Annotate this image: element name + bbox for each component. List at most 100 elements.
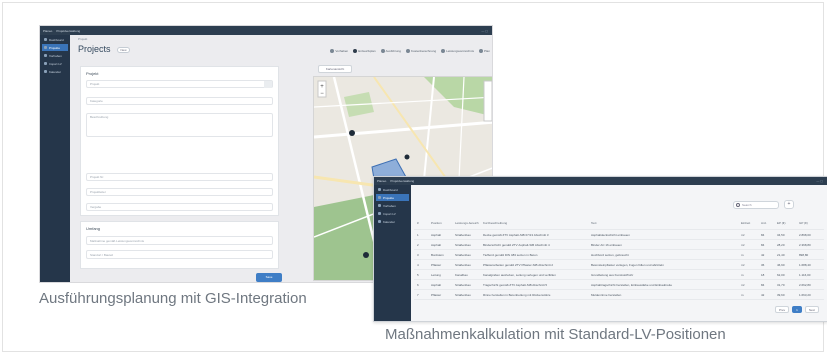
table-cell: Bordstein xyxy=(431,252,444,257)
sidebar-item-label: Import LV xyxy=(383,211,396,216)
column-header[interactable]: Position xyxy=(428,221,452,225)
page-button[interactable]: 1 xyxy=(792,306,802,313)
breadcrumb[interactable]: Projekt xyxy=(78,37,87,41)
table-row[interactable]: 4 Pflaster Straßenbau Pflasterarbeiten gemä… xyxy=(414,260,824,270)
table-row[interactable]: 2 Asphalt Straßenbau Binderschicht gemäß ZT… xyxy=(414,240,824,250)
dashboard-icon xyxy=(44,38,47,41)
table-cell: 39,60 xyxy=(777,292,785,297)
table-cell: Rinne herstellen in Betonbettung mit Rüc… xyxy=(483,292,551,297)
table-cell: Straßenbau xyxy=(455,262,471,267)
table-row[interactable]: 3 Bordstein Straßenbau Tiefbord gemäß DIN 4… xyxy=(414,250,824,260)
sidebar-item-measures[interactable]: Vorhaben xyxy=(376,202,409,209)
map-view-tab[interactable]: Kartenansicht xyxy=(318,65,352,73)
column-header[interactable]: Leistungs-bereich xyxy=(452,221,480,225)
column-header[interactable]: Anz. xyxy=(758,221,774,225)
legend-item[interactable]: Vorhaben xyxy=(330,49,348,53)
window-controls-icon[interactable]: — ▢ xyxy=(816,179,827,183)
table-cell: m² xyxy=(741,262,745,267)
legend-item[interactable]: Plan xyxy=(478,49,490,53)
table-cell: Binder AC 16 einbauen xyxy=(591,242,622,247)
sidebar-item-projects[interactable]: Projekte xyxy=(376,194,409,201)
save-button[interactable]: Save xyxy=(256,273,282,282)
table-cell: Leitung xyxy=(431,272,441,277)
next-page-button[interactable]: Next xyxy=(804,306,819,313)
sidebar-item-import[interactable]: Import LV xyxy=(42,60,68,67)
sidebar-item-dashboard[interactable]: Dashboard xyxy=(376,186,409,193)
field-placeholder: Standort / Bauteil xyxy=(90,253,114,257)
table-row[interactable]: 1 Asphalt Straßenbau Decke gemäß ZTV Asphal… xyxy=(414,230,824,240)
positions-table: # Position Leistungs-bereich Kurzbeschre… xyxy=(414,217,824,300)
measure-field[interactable]: Maßnahme gemäß Leistungsverzeichnis xyxy=(86,236,273,245)
sidebar-item-projects[interactable]: Projekte xyxy=(42,44,68,51)
table-cell: Straßenbau xyxy=(455,292,471,297)
column-header[interactable]: # xyxy=(414,221,428,225)
table-cell: Straßenbau xyxy=(455,242,471,247)
import-icon xyxy=(44,62,47,65)
menu-label[interactable]: Planeo xyxy=(377,179,386,183)
table-cell: 28,20 xyxy=(777,242,785,247)
table-row[interactable]: 7 Pflaster Straßenbau Rinne herstellen in B… xyxy=(414,290,824,300)
status-dot-icon xyxy=(441,49,446,53)
table-cell: m xyxy=(741,292,744,297)
location-field[interactable]: Standort / Bauteil xyxy=(86,250,273,259)
table-body: 1 Asphalt Straßenbau Decke gemäß ZTV Asphal… xyxy=(414,230,824,300)
sidebar-item-measures[interactable]: Vorhaben xyxy=(42,52,68,59)
sidebar-item-label: Vorhaben xyxy=(383,203,396,208)
sidebar-item-calendar[interactable]: Kalender xyxy=(376,218,409,225)
table-cell: Pflaster xyxy=(431,292,442,297)
table-cell: 42 xyxy=(761,252,765,257)
sidebar-item-calendar[interactable]: Kalender xyxy=(42,68,68,75)
table-cell: 7 xyxy=(417,292,419,297)
column-header[interactable]: GP (€) xyxy=(796,221,822,225)
table-cell: Betonsteinpflaster verlegen, Fugen fülle… xyxy=(591,262,664,267)
table-row[interactable]: 6 Asphalt Straßenbau Tragschicht gemäß ZTV … xyxy=(414,280,824,290)
scope-form: Umfang Maßnahme gemäß Leistungsverzeichn… xyxy=(80,221,279,269)
search-input[interactable]: Search xyxy=(733,201,779,209)
new-project-button[interactable]: New xyxy=(117,47,130,53)
field-placeholder: Projektleiter xyxy=(90,190,106,194)
column-header[interactable]: Text xyxy=(588,221,738,225)
table-cell: Asphalt xyxy=(431,282,442,287)
table-cell: Tiefbord gemäß DIN 483 setzen in Beton xyxy=(483,252,538,257)
table-cell: Straßenbau xyxy=(455,232,471,237)
pagination: Prev 1 Next xyxy=(774,306,819,313)
sidebar-item-label: Projekte xyxy=(49,45,61,50)
table-cell: 3 xyxy=(417,252,419,257)
category-field[interactable]: Kategorie xyxy=(86,97,273,105)
project-number-field[interactable]: Projekt Nr. xyxy=(86,173,273,181)
legend-item[interactable]: Entwurfsplan xyxy=(353,49,376,53)
lookup-icon[interactable] xyxy=(264,81,272,88)
table-cell: Kanalgraben ausheben, Leitung verlegen u… xyxy=(483,272,556,277)
table-cell: m² xyxy=(741,232,745,237)
table-cell: 1.663,20 xyxy=(799,292,811,297)
sidebar-item-label: Import LV xyxy=(49,61,62,66)
table-row[interactable]: 5 Leitung Kanalbau Kanalgraben ausheben, Le… xyxy=(414,270,824,280)
legend-item[interactable]: Leistungsverzeichnis xyxy=(441,49,474,53)
project-lead-field[interactable]: Projektleiter xyxy=(86,188,273,196)
sidebar-item-import[interactable]: Import LV xyxy=(376,210,409,217)
prev-page-button[interactable]: Prev xyxy=(774,306,790,313)
column-header[interactable]: EP (€) xyxy=(774,221,796,225)
table-cell: 2.898,00 xyxy=(799,232,811,237)
dashboard-icon xyxy=(378,188,381,191)
app-topbar: Planeo Projektverwaltung — ▢ xyxy=(40,26,492,35)
field-placeholder: Kategorie xyxy=(90,99,103,103)
description-field[interactable]: Beschreibung xyxy=(86,113,273,137)
add-position-button[interactable]: + xyxy=(784,200,794,209)
table-cell: 42 xyxy=(761,292,765,297)
window-controls-icon[interactable]: — ▢ xyxy=(481,29,492,33)
column-header[interactable]: Kurzbeschreibung xyxy=(480,221,588,225)
legend-item[interactable]: Ausführung xyxy=(380,49,401,53)
project-field[interactable]: Projekt xyxy=(86,80,273,88)
status-dot-icon xyxy=(353,49,358,53)
award-field[interactable]: Vergabe xyxy=(86,203,273,211)
table-cell: Binderschicht gemäß ZTV Asphalt-StB Absc… xyxy=(483,242,550,247)
column-header[interactable]: Einheit xyxy=(738,221,758,225)
menu-label[interactable]: Planeo xyxy=(43,29,52,33)
table-cell: Kanalbau xyxy=(455,272,468,277)
svg-text:+: + xyxy=(320,84,324,90)
sidebar-item-dashboard[interactable]: Dashboard xyxy=(42,36,68,43)
legend-label: Kostenberechnung xyxy=(410,49,437,53)
form-section-title: Projekt xyxy=(86,71,99,76)
legend-item[interactable]: Kostenberechnung xyxy=(405,49,437,53)
